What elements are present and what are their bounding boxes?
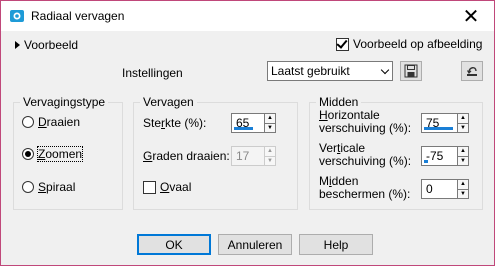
protect-label: Midden beschermen (%):	[319, 174, 411, 201]
app-icon	[10, 10, 24, 22]
protect-input[interactable]: 0	[421, 179, 458, 199]
close-button[interactable]: ✕	[448, 1, 494, 31]
title-bar: Radiaal vervagen ✕	[1, 1, 494, 31]
strength-spinbox[interactable]: 65 ▲ ▼	[231, 113, 276, 133]
radio-draaien-label: Draaien	[38, 115, 81, 129]
blur-type-legend: Vervagingstype	[20, 95, 109, 109]
blur-legend: Vervagen	[140, 95, 197, 109]
up-arrow-icon[interactable]: ▲	[458, 180, 468, 189]
window-title: Radiaal vervagen	[31, 9, 125, 23]
radio-draaien[interactable]: Draaien	[22, 115, 80, 129]
down-arrow-icon[interactable]: ▼	[458, 155, 468, 166]
h-offset-stepper[interactable]: ▲ ▼	[458, 113, 469, 133]
v-offset-spinbox[interactable]: -75 ▲ ▼	[421, 146, 469, 166]
radio-zoomen-label: Zoomen	[36, 146, 84, 162]
close-icon: ✕	[462, 4, 480, 28]
center-legend: Midden	[316, 95, 362, 109]
checkbox-box[interactable]	[336, 36, 349, 51]
save-disk-icon	[404, 64, 418, 78]
h-offset-level	[424, 127, 453, 130]
up-arrow-icon[interactable]: ▲	[265, 147, 275, 156]
v-offset-stepper[interactable]: ▲ ▼	[458, 146, 469, 166]
protect-spinbox[interactable]: 0 ▲ ▼	[421, 179, 469, 199]
twist-spinbox[interactable]: 17 ▲ ▼	[231, 146, 276, 166]
twist-input[interactable]: 17	[231, 146, 265, 166]
v-offset-input[interactable]: -75	[421, 146, 458, 166]
protect-stepper[interactable]: ▲ ▼	[458, 179, 469, 199]
h-offset-input[interactable]: 75	[421, 113, 458, 133]
v-offset-level	[424, 160, 428, 163]
help-button[interactable]: Help	[299, 234, 373, 255]
strength-label: Sterkte (%):	[143, 116, 207, 130]
save-preset-button[interactable]	[400, 61, 422, 81]
up-arrow-icon[interactable]: ▲	[458, 114, 468, 123]
strength-level	[234, 127, 253, 130]
twist-stepper[interactable]: ▲ ▼	[265, 146, 276, 166]
oval-checkbox[interactable]: Ovaal	[143, 180, 191, 194]
preset-dropdown[interactable]: Laatst gebruikt	[267, 61, 393, 81]
dialog-window: Radiaal vervagen ✕ Voorbeeld Voorbeeld o…	[0, 0, 495, 266]
down-arrow-icon[interactable]: ▼	[458, 188, 468, 199]
radio-spiraal[interactable]: Spiraal	[22, 180, 75, 194]
radio-zoomen[interactable]: Zoomen	[22, 146, 84, 162]
h-offset-spinbox[interactable]: 75 ▲ ▼	[421, 113, 469, 133]
checkbox-box[interactable]	[143, 180, 156, 194]
radio-button[interactable]	[22, 116, 34, 128]
blur-type-group: Vervagingstype Draaien Zoomen Spiraal	[13, 95, 123, 210]
cancel-button[interactable]: Annuleren	[218, 234, 292, 255]
down-arrow-icon[interactable]: ▼	[265, 122, 275, 133]
radio-spiraal-label: Spiraal	[38, 180, 76, 194]
up-arrow-icon[interactable]: ▲	[458, 147, 468, 156]
ok-button[interactable]: OK	[137, 234, 211, 255]
radio-button[interactable]	[22, 148, 34, 160]
blur-group: Vervagen Sterkte (%): 65 ▲ ▼ Graden draai…	[133, 95, 298, 210]
check-icon	[336, 36, 348, 49]
v-offset-label: Verticale verschuiving (%):	[319, 141, 412, 168]
strength-input[interactable]: 65	[231, 113, 265, 133]
down-arrow-icon[interactable]: ▼	[458, 122, 468, 133]
chevron-down-icon[interactable]	[378, 62, 392, 80]
strength-stepper[interactable]: ▲ ▼	[265, 113, 276, 133]
up-arrow-icon[interactable]: ▲	[265, 114, 275, 123]
twist-label: Graden draaien:	[143, 149, 230, 163]
preset-value: Laatst gebruikt	[271, 64, 350, 78]
reset-button[interactable]	[461, 61, 483, 81]
settings-label: Instellingen	[122, 66, 183, 80]
preview-expander-label: Voorbeeld	[24, 38, 79, 52]
h-offset-label: Horizontale verschuiving (%):	[319, 108, 412, 135]
preview-expander[interactable]: Voorbeeld	[15, 38, 78, 52]
preview-on-image-checkbox[interactable]: Voorbeeld op afbeelding	[336, 36, 483, 51]
expand-arrow-icon	[15, 41, 20, 49]
down-arrow-icon[interactable]: ▼	[265, 155, 275, 166]
center-group: Midden Horizontale verschuiving (%): 75 ▲…	[309, 95, 483, 210]
radio-button[interactable]	[22, 181, 34, 193]
reset-icon	[466, 67, 477, 76]
preview-on-image-label: Voorbeeld op afbeelding	[353, 37, 483, 51]
oval-label: Ovaal	[160, 180, 192, 194]
